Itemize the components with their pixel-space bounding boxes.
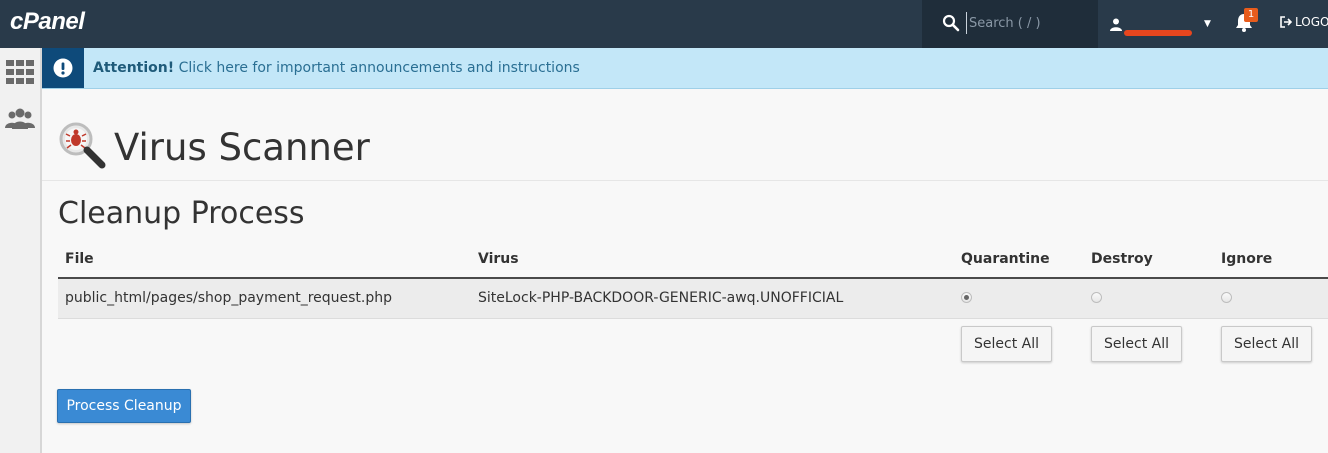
caret-down-icon: ▼ xyxy=(1204,19,1211,29)
logout-link[interactable]: LOGO xyxy=(1280,15,1328,29)
sidebar xyxy=(0,48,42,453)
select-all-destroy-button[interactable]: Select All xyxy=(1091,326,1182,362)
search-input[interactable] xyxy=(966,12,1089,34)
cpanel-logo[interactable]: cPanel xyxy=(10,8,85,36)
notice-icon-box xyxy=(42,48,84,88)
section-title: Cleanup Process xyxy=(58,196,305,231)
select-all-quarantine-button[interactable]: Select All xyxy=(961,326,1052,362)
logout-icon xyxy=(1280,16,1292,28)
column-header-quarantine: Quarantine xyxy=(961,251,1050,267)
search-box xyxy=(922,0,1098,48)
page-title: Virus Scanner xyxy=(114,126,370,169)
select-all-ignore-button[interactable]: Select All xyxy=(1221,326,1312,362)
user-menu[interactable]: ▼ xyxy=(1110,0,1211,48)
notice-strong: Attention! xyxy=(93,60,175,76)
logout-label: LOGO xyxy=(1295,15,1328,29)
exclamation-icon xyxy=(53,58,73,78)
virus-name-cell: SiteLock-PHP-BACKDOOR-GENERIC-awq.UNOFFI… xyxy=(478,290,844,306)
redaction-mark xyxy=(1124,30,1192,36)
page-header: Virus Scanner xyxy=(42,88,1328,181)
column-header-file: File xyxy=(65,251,94,267)
notice-text[interactable]: Attention! Click here for important anno… xyxy=(93,60,580,76)
attention-banner[interactable]: Attention! Click here for important anno… xyxy=(42,48,1328,89)
ignore-radio[interactable] xyxy=(1221,292,1232,303)
notice-message: Click here for important announcements a… xyxy=(174,60,580,76)
process-cleanup-button[interactable]: Process Cleanup xyxy=(57,389,191,423)
quarantine-radio[interactable] xyxy=(961,292,972,303)
top-navbar: cPanel ▼ 1 LOGO xyxy=(0,0,1328,48)
destroy-radio[interactable] xyxy=(1091,292,1102,303)
user-icon xyxy=(1110,18,1122,31)
notification-badge: 1 xyxy=(1244,8,1258,22)
column-header-virus: Virus xyxy=(478,251,519,267)
users-icon[interactable] xyxy=(4,106,36,134)
grid-icon[interactable] xyxy=(4,58,36,86)
file-path-cell: public_html/pages/shop_payment_request.p… xyxy=(65,290,393,306)
column-header-destroy: Destroy xyxy=(1091,251,1153,267)
column-header-ignore: Ignore xyxy=(1221,251,1273,267)
virus-magnifier-icon xyxy=(59,122,106,169)
search-icon xyxy=(942,14,960,32)
